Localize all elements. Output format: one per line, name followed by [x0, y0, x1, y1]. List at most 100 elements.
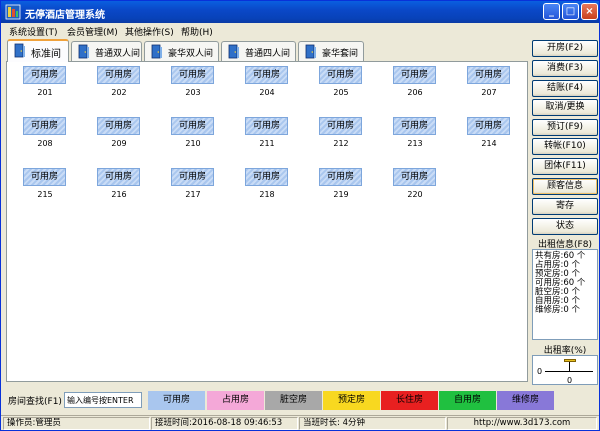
menu-member-management[interactable]: 会员管理(M) — [67, 25, 118, 38]
room-status: 可用房 — [23, 117, 66, 135]
room-number: 215 — [37, 190, 53, 199]
room-tile[interactable]: 可用房 201 — [23, 66, 67, 97]
menu-other-operations[interactable]: 其他操作(S) — [125, 25, 174, 38]
tab-deluxe-suite[interactable]: 豪华套间 — [298, 41, 364, 61]
customer-info-button[interactable]: 顾客信息 — [532, 178, 598, 195]
rate-axis-left: 0 — [537, 367, 543, 376]
status-url[interactable]: http://www.3d173.com — [447, 417, 597, 430]
room-tile[interactable]: 可用房 208 — [23, 117, 67, 148]
room-status: 可用房 — [97, 66, 140, 84]
room-status: 可用房 — [245, 168, 288, 186]
room-tile[interactable]: 可用房 214 — [467, 117, 511, 148]
room-tile[interactable]: 可用房 202 — [97, 66, 141, 97]
room-grid: 可用房 201 可用房 202 可用房 203 可用房 204 可用房 205 可用房 20… — [6, 61, 528, 382]
room-status: 可用房 — [393, 117, 436, 135]
room-status: 可用房 — [245, 117, 288, 135]
room-tile[interactable]: 可用房 211 — [245, 117, 289, 148]
maximize-button[interactable]: □ — [562, 3, 579, 20]
tab-deluxe-double[interactable]: 豪华双人间 — [144, 41, 219, 61]
door-icon — [305, 44, 316, 59]
tab-label: 普通四人间 — [245, 49, 291, 59]
checkout-button[interactable]: 结账(F4) — [532, 80, 598, 97]
room-search-input[interactable] — [64, 392, 142, 408]
room-tile[interactable]: 可用房 219 — [319, 168, 363, 199]
tab-standard-quad[interactable]: 普通四人间 — [221, 41, 296, 61]
tab-label: 普通双人间 — [95, 49, 141, 59]
room-number: 207 — [481, 88, 497, 97]
room-tile[interactable]: 可用房 220 — [393, 168, 437, 199]
room-status: 可用房 — [171, 117, 214, 135]
room-status: 可用房 — [23, 168, 66, 186]
legend-long-stay: 长住房 — [381, 391, 438, 410]
title-bar[interactable]: 无停酒店管理系统 _ □ × — [1, 1, 599, 23]
room-number: 205 — [333, 88, 349, 97]
room-tile[interactable]: 可用房 206 — [393, 66, 437, 97]
room-status: 可用房 — [245, 66, 288, 84]
consume-button[interactable]: 消费(F3) — [532, 60, 598, 77]
room-number: 202 — [111, 88, 127, 97]
minimize-button[interactable]: _ — [543, 3, 560, 20]
room-tile[interactable]: 可用房 217 — [171, 168, 215, 199]
status-shift-time: 接班时间:2016-08-18 09:46:53 — [151, 417, 298, 430]
room-tile[interactable]: 可用房 210 — [171, 117, 215, 148]
room-tile[interactable]: 可用房 213 — [393, 117, 437, 148]
transfer-button[interactable]: 转帐(F10) — [532, 138, 598, 155]
room-number: 212 — [333, 139, 349, 148]
room-status: 可用房 — [97, 117, 140, 135]
room-tile[interactable]: 可用房 215 — [23, 168, 67, 199]
room-tile[interactable]: 可用房 212 — [319, 117, 363, 148]
room-status: 可用房 — [23, 66, 66, 84]
door-icon — [78, 44, 89, 59]
room-status: 可用房 — [393, 168, 436, 186]
room-number: 204 — [259, 88, 275, 97]
tab-standard-double[interactable]: 普通双人间 — [71, 41, 142, 61]
room-number: 220 — [407, 190, 423, 199]
tab-standard-room[interactable]: 标准间 — [7, 39, 69, 62]
status-operator: 操作员:管理员 — [3, 417, 150, 430]
room-status: 可用房 — [171, 66, 214, 84]
room-number: 218 — [259, 190, 275, 199]
close-button[interactable]: × — [581, 3, 598, 20]
occupancy-rate-gauge: 0 0 — [532, 355, 598, 385]
room-tile[interactable]: 可用房 203 — [171, 66, 215, 97]
room-tile[interactable]: 可用房 205 — [319, 66, 363, 97]
room-number: 206 — [407, 88, 423, 97]
room-number: 216 — [111, 190, 127, 199]
tab-label: 豪华套间 — [322, 49, 359, 59]
room-number: 209 — [111, 139, 127, 148]
main-window: 无停酒店管理系统 _ □ × 系统设置(T) 会员管理(M) 其他操作(S) 帮… — [0, 0, 600, 431]
room-status: 可用房 — [393, 66, 436, 84]
room-number: 210 — [185, 139, 201, 148]
door-icon — [151, 44, 162, 59]
cancel-change-button[interactable]: 取消/更换 — [532, 99, 598, 116]
room-number: 219 — [333, 190, 349, 199]
tab-label: 豪华双人间 — [168, 49, 214, 59]
room-status: 可用房 — [467, 117, 510, 135]
group-button[interactable]: 团体(F11) — [532, 158, 598, 175]
room-tile[interactable]: 可用房 207 — [467, 66, 511, 97]
rate-axis-bottom: 0 — [567, 376, 573, 385]
deposit-button[interactable]: 寄存 — [532, 198, 598, 215]
room-number: 208 — [37, 139, 53, 148]
room-number: 203 — [185, 88, 201, 97]
room-number: 211 — [259, 139, 275, 148]
room-status: 可用房 — [319, 117, 362, 135]
room-tile[interactable]: 可用房 204 — [245, 66, 289, 97]
status-button[interactable]: 状态 — [532, 218, 598, 235]
menu-help[interactable]: 帮助(H) — [181, 25, 213, 38]
room-search-label: 房间查找(F1) — [8, 397, 62, 407]
status-shift-duration: 当班时长: 4分钟 — [299, 417, 446, 430]
open-room-button[interactable]: 开房(F2) — [532, 40, 598, 57]
room-tile[interactable]: 可用房 209 — [97, 117, 141, 148]
legend-occupied: 占用房 — [207, 391, 264, 410]
room-tile[interactable]: 可用房 218 — [245, 168, 289, 199]
legend-maintenance: 维修房 — [497, 391, 554, 410]
tab-label: 标准间 — [31, 49, 61, 60]
legend-available: 可用房 — [148, 391, 205, 410]
reserve-button[interactable]: 预订(F9) — [532, 119, 598, 136]
room-status: 可用房 — [171, 168, 214, 186]
status-bar: 操作员:管理员 接班时间:2016-08-18 09:46:53 当班时长: 4… — [1, 415, 599, 430]
room-number: 214 — [481, 139, 497, 148]
menu-system-settings[interactable]: 系统设置(T) — [9, 25, 58, 38]
room-tile[interactable]: 可用房 216 — [97, 168, 141, 199]
